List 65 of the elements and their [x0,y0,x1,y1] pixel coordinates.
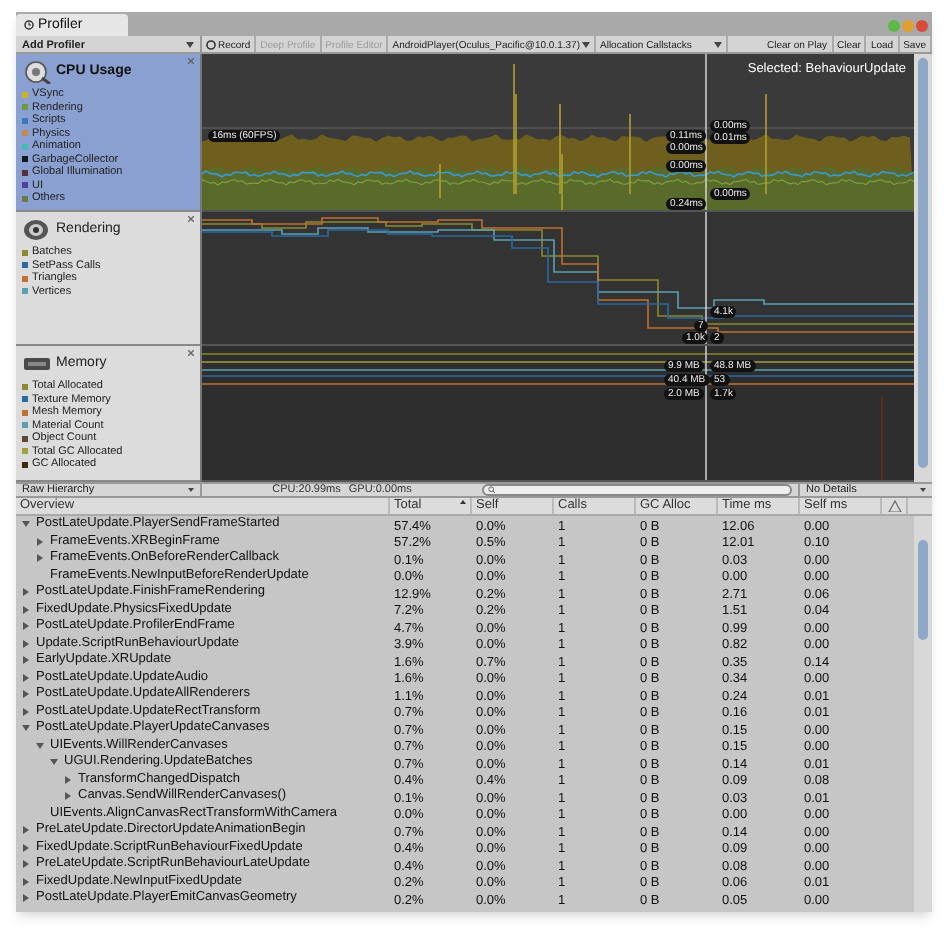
legend-swatch[interactable] [22,422,28,429]
legend-swatch[interactable] [22,143,28,150]
legend-swatch[interactable] [22,156,28,163]
search-icon [488,486,496,494]
legend-swatch[interactable] [22,262,28,269]
legend-swatch[interactable] [22,249,28,256]
legend-swatch[interactable] [22,288,28,295]
legend-swatch[interactable] [22,448,28,455]
collapsed-arrow-icon[interactable] [22,605,30,614]
collapsed-arrow-icon[interactable] [22,588,30,597]
record-icon [206,40,216,50]
dropdown-caret-icon [582,42,590,48]
collapsed-arrow-icon[interactable] [22,860,30,869]
collapsed-arrow-icon[interactable] [22,707,30,716]
frame-cursor-line[interactable] [705,212,707,344]
sort-arrow-icon [460,500,466,504]
collapsed-arrow-icon[interactable] [22,656,30,665]
close-icon[interactable] [188,216,194,222]
legend-swatch[interactable] [22,275,28,282]
expanded-arrow-icon[interactable] [50,758,58,767]
collapsed-arrow-icon[interactable] [22,673,30,682]
legend-swatch[interactable] [22,104,28,111]
collapsed-arrow-icon[interactable] [22,690,30,699]
collapsed-arrow-icon[interactable] [22,826,30,835]
legend-swatch[interactable] [22,383,28,390]
clock-icon [24,20,34,30]
legend-swatch[interactable] [22,182,28,189]
dropdown-caret-icon [188,488,194,492]
collapsed-arrow-icon[interactable] [22,622,30,631]
collapsed-arrow-icon[interactable] [22,843,30,852]
legend-swatch[interactable] [22,91,28,98]
frame-cursor-line[interactable] [705,54,707,210]
expanded-arrow-icon[interactable] [22,520,30,529]
legend-swatch[interactable] [22,195,28,202]
dropdown-caret-icon [714,42,722,48]
graph-scrollbar[interactable] [914,54,932,482]
collapsed-arrow-icon[interactable] [22,877,30,886]
close-icon[interactable] [188,350,194,356]
memory-chip-icon [22,352,52,376]
dropdown-caret-icon [186,42,194,48]
table-scrollbar[interactable] [914,516,932,912]
lens-icon [22,218,52,242]
collapsed-arrow-icon[interactable] [64,792,72,801]
expanded-arrow-icon[interactable] [36,741,44,750]
legend-swatch[interactable] [22,130,28,137]
legend-swatch[interactable] [22,435,28,442]
collapsed-arrow-icon[interactable] [36,537,44,546]
collapsed-arrow-icon[interactable] [22,894,30,903]
collapsed-arrow-icon[interactable] [22,639,30,648]
legend-swatch[interactable] [22,396,28,403]
frame-cursor-line[interactable] [705,346,707,480]
legend-swatch[interactable] [22,461,28,468]
expanded-arrow-icon[interactable] [22,724,30,733]
dropdown-caret-icon [920,488,926,492]
warning-icon [887,499,901,513]
collapsed-arrow-icon[interactable] [36,554,44,563]
collapsed-arrow-icon[interactable] [64,775,72,784]
legend-swatch[interactable] [22,409,28,416]
series-line [881,395,883,480]
scrollbar-thumb[interactable] [918,540,928,640]
search-field[interactable] [482,484,792,496]
close-icon[interactable] [188,58,194,64]
legend-swatch[interactable] [22,169,28,176]
legend-swatch[interactable] [22,117,28,124]
scrollbar-thumb[interactable] [918,58,928,468]
